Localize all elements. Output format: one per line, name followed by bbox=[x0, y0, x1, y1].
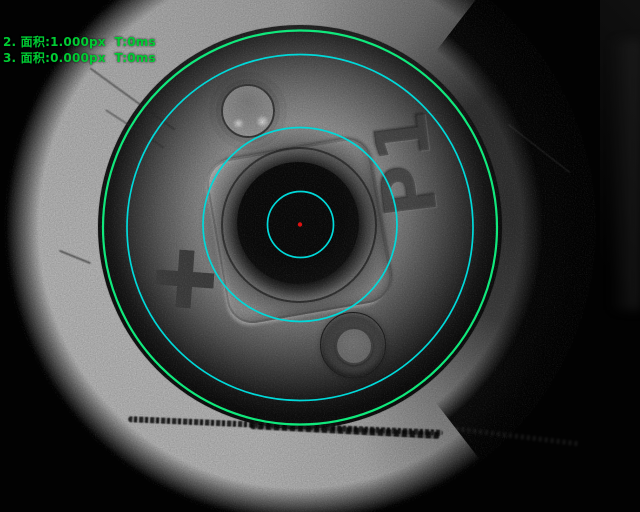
roi-circle-outer-cyan[interactable] bbox=[127, 55, 473, 401]
roi-circle-outer-green[interactable] bbox=[103, 31, 497, 425]
roi-center-point[interactable] bbox=[298, 222, 302, 226]
measurement-overlay[interactable] bbox=[0, 0, 640, 512]
camera-image[interactable]: P1 2. 面积:1.000px T:0ms 3. 面积:0.000px T:0… bbox=[0, 0, 640, 512]
measurement-results: 2. 面积:1.000px T:0ms 3. 面积:0.000px T:0ms bbox=[3, 2, 21, 66]
measurement-result-line: 2. 面积:1.000px T:0ms bbox=[3, 34, 156, 50]
measurement-result-line: 3. 面积:0.000px T:0ms bbox=[3, 50, 156, 66]
